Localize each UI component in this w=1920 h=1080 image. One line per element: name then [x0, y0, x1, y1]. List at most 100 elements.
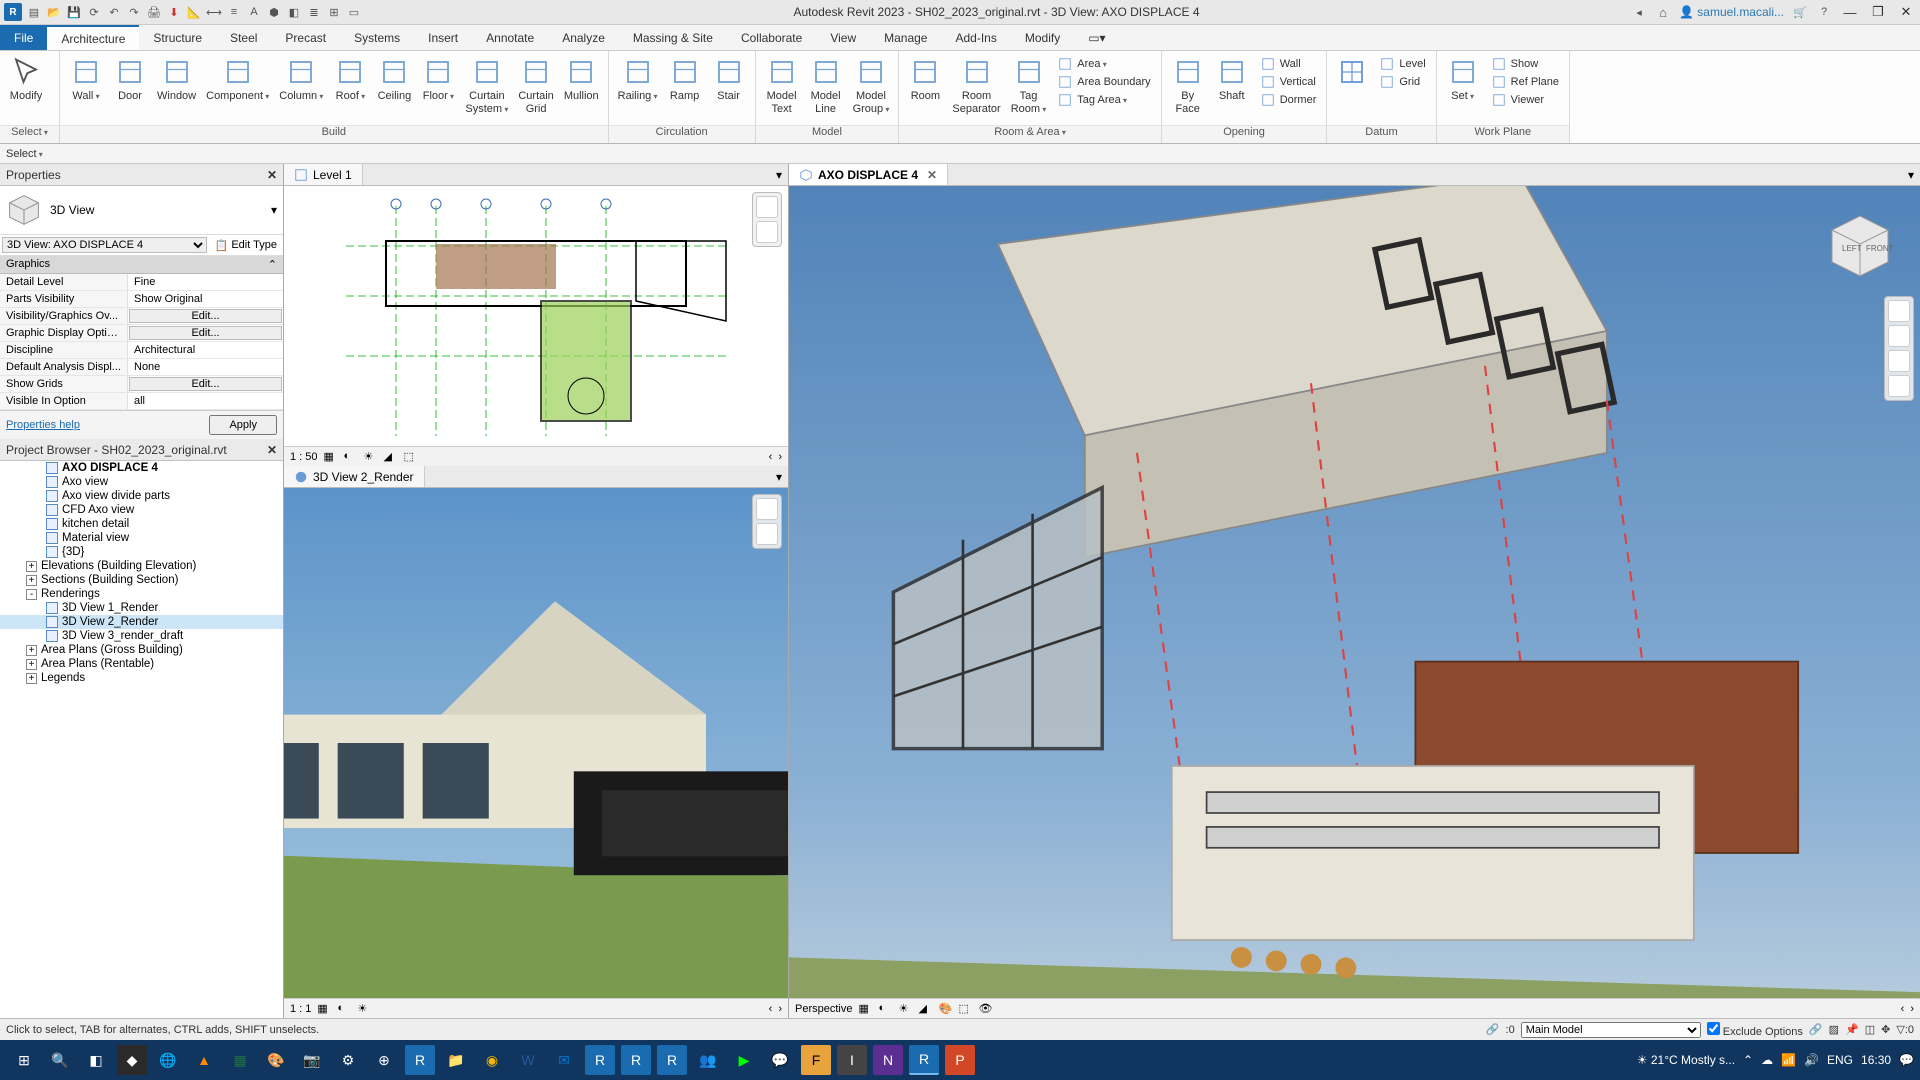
scroll-left-icon[interactable]: ‹ — [1901, 1003, 1905, 1015]
browser-view-item[interactable]: {3D} — [0, 545, 283, 559]
build-curtain-system-button[interactable]: CurtainSystem — [460, 53, 513, 118]
project-browser[interactable]: AXO DISPLACE 4Axo viewAxo view divide pa… — [0, 461, 283, 1018]
browser-category[interactable]: +Legends — [0, 671, 283, 685]
tab-analyze[interactable]: Analyze — [548, 25, 619, 50]
sun-path-icon[interactable]: ☀ — [898, 1002, 912, 1016]
scale-display[interactable]: 1 : 50 — [290, 451, 318, 463]
properties-help-link[interactable]: Properties help — [6, 419, 80, 431]
room-tag-room-button[interactable]: TagRoom — [1006, 53, 1052, 118]
instance-selector[interactable]: 3D View: AXO DISPLACE 4 — [2, 237, 207, 253]
wifi-icon[interactable]: 📶 — [1781, 1053, 1796, 1067]
view-tab-level1[interactable]: Level 1 — [284, 164, 363, 185]
build-wall-button[interactable]: Wall — [64, 53, 108, 106]
open-shaft-button[interactable]: Shaft — [1210, 53, 1254, 118]
open-vertical-button[interactable]: Vertical — [1256, 73, 1321, 91]
visual-style-icon[interactable]: ◐ — [878, 1002, 892, 1016]
teams-icon[interactable]: 👥 — [693, 1045, 723, 1075]
tab-extras-icon[interactable]: ▭▾ — [1074, 25, 1119, 50]
view-tab-render[interactable]: 3D View 2_Render — [284, 466, 425, 487]
browser-view-item[interactable]: Material view — [0, 531, 283, 545]
shadows-icon[interactable]: ◢ — [384, 450, 398, 464]
search-back-icon[interactable]: ◂ — [1631, 4, 1647, 20]
steering-wheel-icon[interactable] — [1888, 300, 1910, 322]
type-dropdown-icon[interactable]: ▾ — [271, 203, 277, 217]
thin-lines-icon[interactable]: ≣ — [306, 4, 322, 20]
app-icon-6[interactable]: ◉ — [477, 1045, 507, 1075]
tab-view[interactable]: View — [816, 25, 870, 50]
undo-icon[interactable]: ↶ — [106, 4, 122, 20]
type-selector[interactable]: 3D View ▾ — [0, 186, 283, 235]
app-icon-f[interactable]: F — [801, 1045, 831, 1075]
detail-level-icon[interactable]: ▦ — [317, 1002, 331, 1016]
tab-annotate[interactable]: Annotate — [472, 25, 548, 50]
select-face-icon[interactable]: ◫ — [1865, 1023, 1875, 1036]
room-tag-area-button[interactable]: Tag Area — [1053, 91, 1154, 109]
view-close-icon[interactable]: ✕ — [927, 168, 937, 182]
revit-instance-2[interactable]: R — [621, 1045, 651, 1075]
datum-level-button[interactable]: Level — [1375, 55, 1429, 73]
apply-button[interactable]: Apply — [209, 415, 277, 435]
room-room-separator-button[interactable]: RoomSeparator — [947, 53, 1005, 118]
tab-massing[interactable]: Massing & Site — [619, 25, 727, 50]
align-icon[interactable]: ≡ — [226, 4, 242, 20]
circ-stair-button[interactable]: Stair — [707, 53, 751, 106]
nav-bar[interactable] — [752, 192, 782, 247]
pan-icon[interactable] — [756, 523, 778, 545]
scroll-right-icon[interactable]: › — [778, 1003, 782, 1015]
property-row[interactable]: Graphic Display Optio...Edit... — [0, 325, 283, 342]
browser-category[interactable]: +Sections (Building Section) — [0, 573, 283, 587]
redo-icon[interactable]: ↷ — [126, 4, 142, 20]
open-dormer-button[interactable]: Dormer — [1256, 91, 1321, 109]
browser-view-item[interactable]: AXO DISPLACE 4 — [0, 461, 283, 475]
steering-wheel-icon[interactable] — [756, 196, 778, 218]
wp-show-button[interactable]: Show — [1487, 55, 1563, 73]
build-mullion-button[interactable]: Mullion — [559, 53, 604, 106]
language-indicator[interactable]: ENG — [1827, 1053, 1853, 1067]
powerpoint-icon[interactable]: P — [945, 1045, 975, 1075]
tray-chevron-icon[interactable]: ⌃ — [1743, 1053, 1753, 1067]
select-links-icon[interactable]: 🔗 — [1809, 1023, 1823, 1036]
notifications-icon[interactable]: 💬 — [1899, 1053, 1914, 1067]
graphics-section-header[interactable]: Graphics⌃ — [0, 256, 283, 274]
sun-path-icon[interactable]: ☀ — [364, 450, 378, 464]
browser-category[interactable]: +Area Plans (Rentable) — [0, 657, 283, 671]
crop-icon[interactable]: ⬚ — [404, 450, 418, 464]
wp-set-button[interactable]: Set — [1441, 53, 1485, 106]
model-model-text-button[interactable]: ModelText — [760, 53, 804, 118]
view-menu-icon[interactable]: ▾ — [1902, 168, 1920, 182]
browser-view-item[interactable]: Axo view divide parts — [0, 489, 283, 503]
switch-window-icon[interactable]: ▭ — [346, 4, 362, 20]
orbit-icon[interactable] — [1888, 375, 1910, 397]
browser-child-item[interactable]: 3D View 3_render_draft — [0, 629, 283, 643]
room-area-button[interactable]: Area — [1053, 55, 1154, 73]
level1-viewport[interactable] — [284, 186, 788, 446]
property-edit-button[interactable]: Edit... — [129, 377, 282, 391]
expander-icon[interactable]: - — [26, 589, 37, 600]
browser-child-item[interactable]: 3D View 1_Render — [0, 601, 283, 615]
room-area-boundary-button[interactable]: Area Boundary — [1053, 73, 1154, 91]
scale-display[interactable]: Perspective — [795, 1003, 852, 1015]
chrome-icon[interactable]: 🌐 — [153, 1045, 183, 1075]
sun-path-icon[interactable]: ☀ — [357, 1002, 371, 1016]
excel-icon[interactable]: ▦ — [225, 1045, 255, 1075]
browser-view-item[interactable]: Axo view — [0, 475, 283, 489]
property-value[interactable]: Fine — [128, 274, 283, 290]
browser-view-item[interactable]: kitchen detail — [0, 517, 283, 531]
text-icon[interactable]: A — [246, 4, 262, 20]
datum-button[interactable] — [1331, 53, 1373, 93]
scroll-right-icon[interactable]: › — [778, 451, 782, 463]
view-menu-icon[interactable]: ▾ — [770, 168, 788, 182]
circ-ramp-button[interactable]: Ramp — [663, 53, 707, 106]
pdf-icon[interactable]: ⬇ — [166, 4, 182, 20]
property-row[interactable]: Detail LevelFine — [0, 274, 283, 291]
build-component-button[interactable]: Component — [201, 53, 274, 106]
property-row[interactable]: Default Analysis Displ...None — [0, 359, 283, 376]
open-by-face-button[interactable]: ByFace — [1166, 53, 1210, 118]
tab-modify[interactable]: Modify — [1011, 25, 1074, 50]
scroll-left-icon[interactable]: ‹ — [769, 451, 773, 463]
close-button[interactable]: ✕ — [1896, 4, 1916, 20]
onedrive-icon[interactable]: ☁ — [1761, 1053, 1773, 1067]
app-icon-3[interactable]: ⚙ — [333, 1045, 363, 1075]
pan-icon[interactable] — [1888, 325, 1910, 347]
build-column-button[interactable]: Column — [274, 53, 328, 106]
